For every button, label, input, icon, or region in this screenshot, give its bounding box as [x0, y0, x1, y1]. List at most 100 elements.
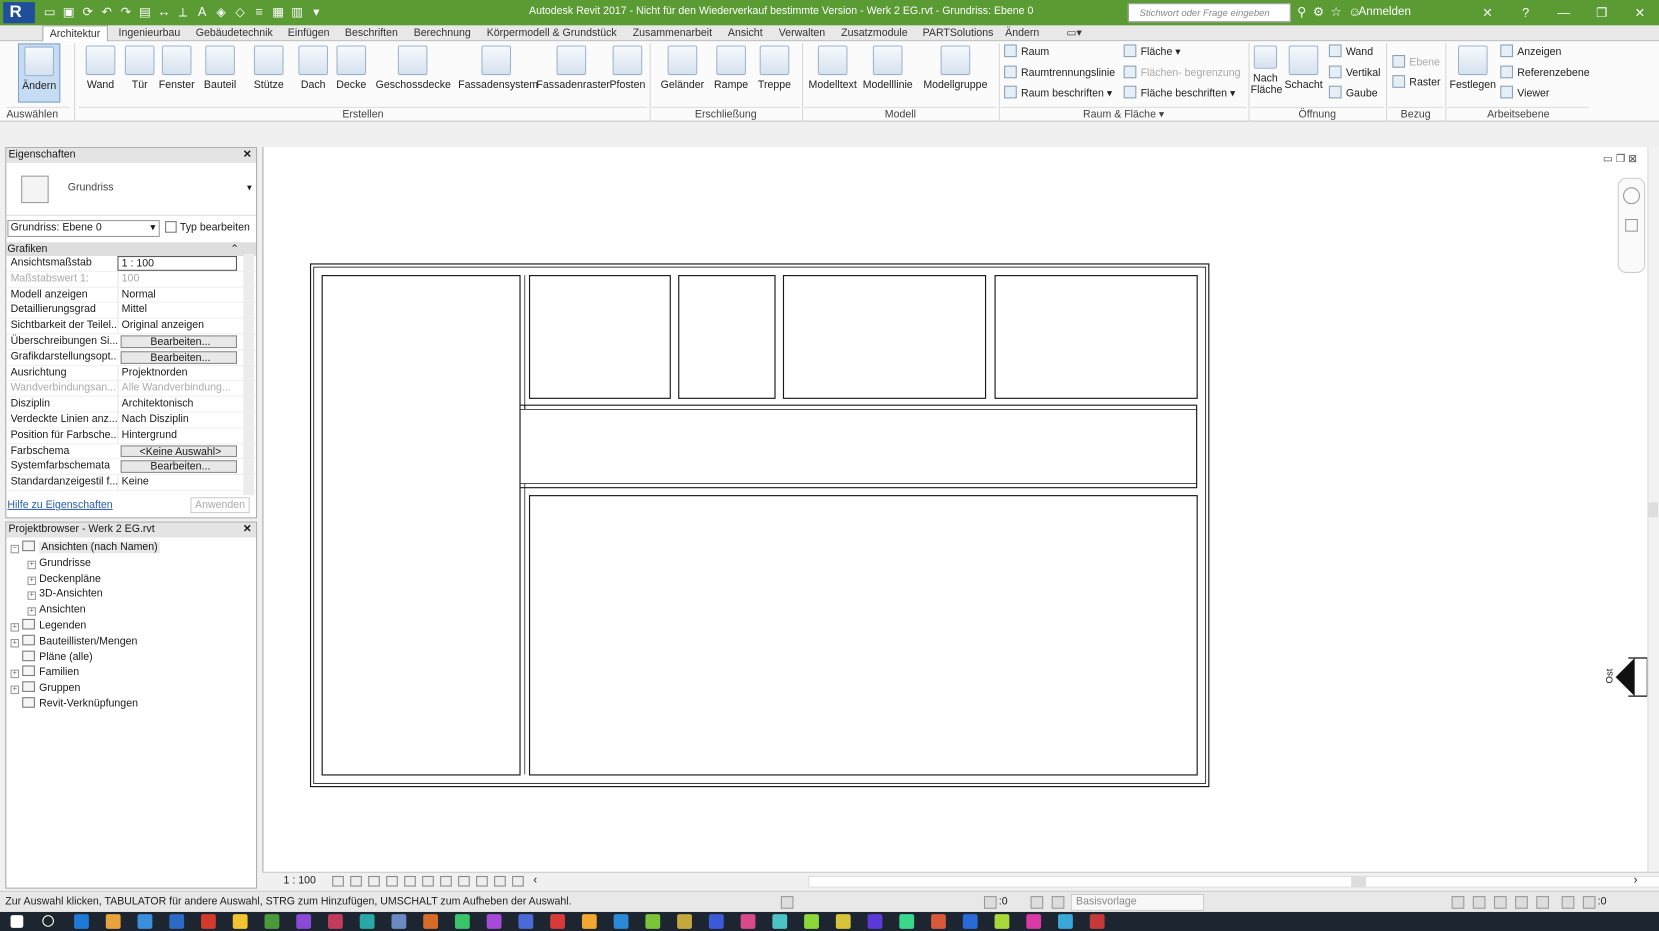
- area-button[interactable]: Fläche ▾: [1123, 43, 1181, 62]
- column-button[interactable]: Stütze: [252, 43, 286, 102]
- property-row[interactable]: Überschreibungen Si... Bearbeiten...: [6, 334, 257, 350]
- property-row[interactable]: Sichtbarkeit der Teilel... Original anzei…: [6, 318, 257, 335]
- tree-node[interactable]: + Deckenpläne: [6, 572, 256, 588]
- model-group-button[interactable]: Modellgruppe: [920, 43, 990, 102]
- taskbar-app-icon[interactable]: [962, 914, 978, 929]
- property-row[interactable]: Detaillierungsgrad Mittel: [6, 302, 257, 319]
- property-value[interactable]: Hintergrund: [117, 428, 237, 443]
- zoom-icon[interactable]: [1625, 218, 1638, 232]
- revit-logo-button[interactable]: R: [3, 2, 35, 24]
- tree-node[interactable]: + Familien: [6, 665, 256, 682]
- tab-partsolutions[interactable]: PARTSolutions: [923, 25, 994, 41]
- component-button[interactable]: Bauteil: [201, 43, 239, 102]
- tree-node[interactable]: + Legenden: [6, 618, 256, 635]
- search-icon[interactable]: [42, 915, 54, 927]
- ribbon-minimize-icon[interactable]: ▭▾: [1067, 25, 1082, 41]
- expand-icon[interactable]: +: [10, 685, 20, 695]
- property-value[interactable]: 1 : 100: [117, 256, 238, 271]
- corridor-walls[interactable]: [520, 404, 1198, 489]
- property-row[interactable]: Maßstabswert 1: 100: [6, 271, 257, 288]
- section-icon[interactable]: ◇: [233, 3, 248, 20]
- model-line-button[interactable]: Modelllinie: [860, 43, 915, 102]
- property-row[interactable]: Position für Farbsche... Hintergrund: [6, 428, 257, 444]
- taskbar-app-icon[interactable]: [645, 914, 661, 929]
- tree-node[interactable]: +3D-Ansichten: [6, 588, 256, 604]
- taskbar-app-icon[interactable]: [518, 914, 534, 929]
- taskbar-app-icon[interactable]: [804, 914, 819, 929]
- tree-node[interactable]: + Grundrisse: [6, 556, 256, 572]
- room-button[interactable]: Raum: [1004, 43, 1049, 62]
- property-value[interactable]: Architektonisch: [117, 396, 237, 412]
- taskbar-app-icon[interactable]: [391, 914, 407, 929]
- taskbar-app-icon[interactable]: [1089, 914, 1105, 929]
- pinned-select-icon[interactable]: [1493, 896, 1507, 909]
- taskbar-app-icon[interactable]: [1058, 914, 1073, 929]
- property-row[interactable]: Systemfarbschemata Bearbeiten...: [6, 460, 257, 476]
- tree-node[interactable]: + Gruppen: [6, 681, 256, 698]
- close-icon[interactable]: ✕: [243, 523, 252, 538]
- open-icon[interactable]: ▭: [42, 3, 57, 20]
- analytical-model-icon[interactable]: [512, 875, 524, 887]
- property-row[interactable]: Wandverbindungsan... Alle Wandverbindung.…: [6, 381, 257, 397]
- tree-node[interactable]: + Ansichten: [6, 603, 256, 619]
- curtain-system-button[interactable]: Fassadensystem: [458, 43, 538, 102]
- maximize-button[interactable]: ❐: [1583, 0, 1621, 25]
- apply-button[interactable]: Anwenden: [190, 497, 250, 514]
- expand-icon[interactable]: +: [10, 670, 20, 679]
- tab-berechnung[interactable]: Berechnung: [414, 25, 471, 41]
- editable-icon[interactable]: [983, 896, 997, 909]
- expand-icon[interactable]: +: [27, 591, 36, 601]
- property-edit-button[interactable]: Bearbeiten...: [120, 351, 238, 364]
- tree-node[interactable]: Pläne (alle): [6, 650, 256, 666]
- view-restore-icon[interactable]: ❐: [1616, 153, 1625, 165]
- drawing-area[interactable]: Ost: [262, 147, 1659, 872]
- binoculars-icon[interactable]: ⚲: [1297, 4, 1306, 19]
- scroll-left-icon[interactable]: ‹: [533, 874, 537, 887]
- base-template-field[interactable]: Basisvorlage: [1070, 893, 1205, 911]
- taskbar-app-icon[interactable]: [137, 914, 153, 929]
- tab-zusammenarbeit[interactable]: Zusammenarbeit: [633, 25, 712, 41]
- room-top-2[interactable]: [678, 275, 776, 399]
- search-input[interactable]: Stichwort oder Frage eingeben: [1127, 3, 1291, 23]
- ramp-button[interactable]: Rampe: [713, 43, 749, 102]
- background-process-icon[interactable]: [1561, 896, 1575, 909]
- expand-icon[interactable]: +: [10, 623, 20, 632]
- taskbar-app-icon[interactable]: [581, 914, 597, 929]
- taskbar-app-icon[interactable]: [550, 914, 565, 929]
- property-row[interactable]: Ausrichtung Projektnorden: [6, 365, 257, 382]
- exchange-apps-icon[interactable]: ✕: [1469, 0, 1507, 25]
- taskbar-app-icon[interactable]: [201, 914, 216, 929]
- property-row[interactable]: Modell anzeigen Normal: [6, 287, 257, 303]
- model-text-button[interactable]: Modelltext: [807, 43, 858, 102]
- favorites-star-icon[interactable]: ☆: [1331, 4, 1342, 19]
- stair-button[interactable]: Treppe: [755, 43, 793, 102]
- door-button[interactable]: Tür: [124, 43, 155, 102]
- underlay-select-icon[interactable]: [1472, 896, 1486, 909]
- taskbar-app-icon[interactable]: [454, 914, 470, 929]
- tab-architektur[interactable]: Architektur: [42, 25, 108, 43]
- grid-button[interactable]: Raster: [1392, 74, 1440, 93]
- property-value[interactable]: Nach Disziplin: [117, 412, 237, 428]
- tree-node[interactable]: Revit-Verknüpfungen: [6, 697, 256, 713]
- text-icon[interactable]: A: [195, 3, 210, 20]
- 3d-view-icon[interactable]: ◈: [214, 3, 229, 20]
- temp-hide-icon[interactable]: [458, 875, 470, 887]
- property-edit-button[interactable]: <Keine Auswahl>: [120, 444, 238, 458]
- property-value[interactable]: Projektnorden: [117, 365, 237, 381]
- taskbar-app-icon[interactable]: [994, 914, 1010, 929]
- scroll-thumb[interactable]: [1648, 502, 1658, 518]
- scroll-thumb[interactable]: [1351, 877, 1366, 887]
- room-bottom-large[interactable]: [528, 495, 1198, 776]
- viewer-button[interactable]: Viewer: [1500, 85, 1549, 104]
- window-button[interactable]: Fenster: [157, 43, 197, 102]
- room-separator-button[interactable]: Raumtrennungslinie: [1004, 65, 1115, 84]
- taskbar-app-icon[interactable]: [613, 914, 629, 929]
- tab-beschriften[interactable]: Beschriften: [345, 25, 398, 41]
- print-icon[interactable]: ▤: [138, 3, 153, 20]
- vertical-opening-button[interactable]: Vertikal: [1328, 65, 1381, 84]
- taskbar-app-icon[interactable]: [296, 914, 312, 929]
- property-value[interactable]: Normal: [117, 287, 237, 302]
- east-elevation-marker[interactable]: Ost: [1604, 657, 1648, 697]
- detail-level-icon[interactable]: [332, 875, 344, 887]
- collapse-icon[interactable]: ⌃: [230, 242, 239, 256]
